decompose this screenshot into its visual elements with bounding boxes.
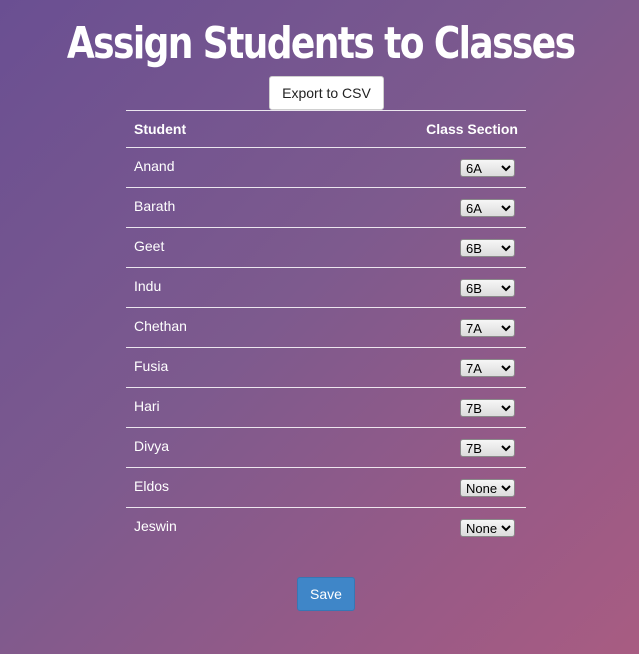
table-row: Chethan None6A6B7A7B bbox=[126, 307, 526, 348]
class-section-select[interactable]: None6A6B7A7B bbox=[460, 439, 515, 457]
student-name: Jeswin bbox=[126, 507, 282, 548]
class-section-select[interactable]: None6A6B7A7B bbox=[460, 199, 515, 217]
class-section-cell: None6A6B7A7B bbox=[281, 347, 526, 388]
class-section-select[interactable]: None6A6B7A7B bbox=[460, 359, 515, 377]
class-section-column-header: Class Section bbox=[281, 110, 526, 148]
assignment-table-container: Student Class Section AnandNone6A6B7A7BB… bbox=[126, 110, 526, 548]
table-row: Eldos None6A6B7A7B bbox=[126, 467, 526, 508]
student-column-header: Student bbox=[126, 110, 282, 148]
class-section-cell: None6A6B7A7B bbox=[281, 507, 526, 548]
student-name: Barath bbox=[126, 187, 282, 228]
table-body: Anand None6A6B7A7B Barath None6A6B7A7B Geet N… bbox=[126, 147, 526, 548]
table-row: Indu None6A6B7A7B bbox=[126, 267, 526, 308]
class-section-select[interactable]: None6A6B7A7B bbox=[460, 479, 515, 497]
assignment-table: Student Class Section AnandNone6A6B7A7BB… bbox=[126, 110, 526, 548]
student-name: Hari bbox=[126, 387, 282, 428]
class-section-select[interactable]: None6A6B7A7B bbox=[460, 159, 515, 177]
class-section-select[interactable]: None6A6B7A7B bbox=[460, 239, 515, 257]
table-header-row: Student Class Section bbox=[126, 110, 526, 148]
table-row: Barath None6A6B7A7B bbox=[126, 187, 526, 228]
class-section-select[interactable]: None6A6B7A7B bbox=[460, 319, 515, 337]
page-title: Assign Students to Classes bbox=[66, 18, 576, 69]
class-section-cell: None6A6B7A7B bbox=[281, 307, 526, 348]
table-row: Hari None6A6B7A7B bbox=[126, 387, 526, 428]
class-section-cell: None6A6B7A7B bbox=[281, 267, 526, 308]
student-name: Fusia bbox=[126, 347, 282, 388]
class-section-select[interactable]: None6A6B7A7B bbox=[460, 279, 515, 297]
class-section-cell: None6A6B7A7B bbox=[281, 427, 526, 468]
table-row: Fusia None6A6B7A7B bbox=[126, 347, 526, 388]
student-name: Anand bbox=[126, 147, 282, 188]
class-section-select[interactable]: None6A6B7A7B bbox=[460, 519, 515, 537]
class-section-cell: None6A6B7A7B bbox=[281, 387, 526, 428]
student-name: Divya bbox=[126, 427, 282, 468]
save-button[interactable]: Save bbox=[297, 577, 355, 611]
student-name: Eldos bbox=[126, 467, 282, 508]
class-section-cell: None6A6B7A7B bbox=[281, 467, 526, 508]
student-name: Indu bbox=[126, 267, 282, 308]
class-section-cell: None6A6B7A7B bbox=[281, 187, 526, 228]
class-section-cell: None6A6B7A7B bbox=[281, 227, 526, 268]
table-row: Geet None6A6B7A7B bbox=[126, 227, 526, 268]
table-row: Divya None6A6B7A7B bbox=[126, 427, 526, 468]
student-name: Chethan bbox=[126, 307, 282, 348]
table-row: Jeswin None6A6B7A7B bbox=[126, 507, 526, 548]
class-section-select[interactable]: None6A6B7A7B bbox=[460, 399, 515, 417]
export-csv-button[interactable]: Export to CSV bbox=[269, 76, 384, 110]
table-row: Anand None6A6B7A7B bbox=[126, 147, 526, 188]
class-section-cell: None6A6B7A7B bbox=[281, 147, 526, 188]
student-name: Geet bbox=[126, 227, 282, 268]
